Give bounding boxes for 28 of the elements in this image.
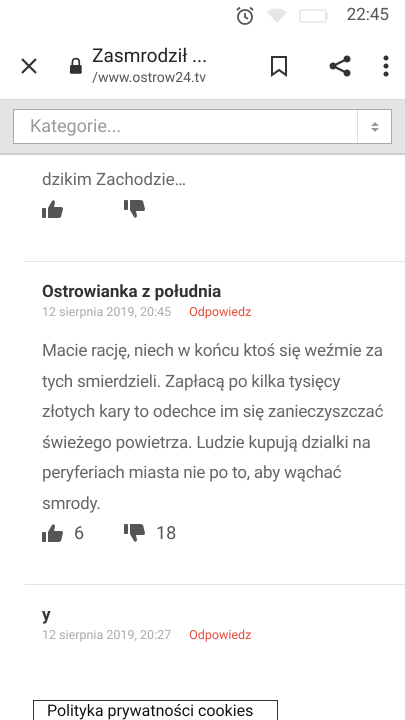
page-title: Zasmrodził ...: [92, 44, 208, 68]
comment-text: dzikim Zachodzie…: [42, 169, 187, 192]
comment-date: 12 sierpnia 2019, 20:45: [42, 304, 172, 322]
alarm-clock-icon: [234, 6, 255, 26]
more-icon: [382, 54, 388, 76]
thumbs-up-icon[interactable]: [42, 523, 64, 543]
close-icon: [20, 56, 38, 74]
reply-link[interactable]: Odpowiedz: [189, 304, 252, 322]
wifi-icon: [266, 8, 287, 24]
comment-author: Ostrowianka z południa: [42, 281, 222, 304]
page-url: /www.ostrow24.tv: [92, 68, 208, 88]
thumbs-up-icon[interactable]: [42, 199, 64, 219]
bookmark-icon: [270, 54, 288, 76]
dislike-count: 18: [156, 522, 176, 546]
like-count: 6: [74, 522, 86, 546]
battery-icon: [298, 9, 329, 23]
category-select[interactable]: Kategorie...: [13, 109, 392, 144]
cookie-banner[interactable]: Polityka prywatności cookies: [33, 700, 278, 720]
comment-date: 12 sierpnia 2019, 20:27: [42, 627, 172, 645]
share-icon: [328, 54, 352, 78]
comment-text: Macie rację, niech w końcu ktoś się weźmie za tych smierdzieli. Zapłacą po kilka tysięcy złotych kary to odechce im się zanieczyszczać świeżego powietrza. Ludzie kupują dzialki na peryferiach miasta nie po to, aby wąchać smrody.: [42, 340, 384, 516]
thumbs-down-icon[interactable]: [124, 199, 146, 219]
comment-author: y: [42, 604, 52, 627]
sort-arrows-icon: [370, 120, 378, 132]
reply-link[interactable]: Odpowiedz: [189, 627, 252, 645]
thumbs-down-icon[interactable]: [124, 523, 146, 543]
lock-icon: [68, 56, 82, 74]
status-time: 22:45: [346, 4, 389, 28]
